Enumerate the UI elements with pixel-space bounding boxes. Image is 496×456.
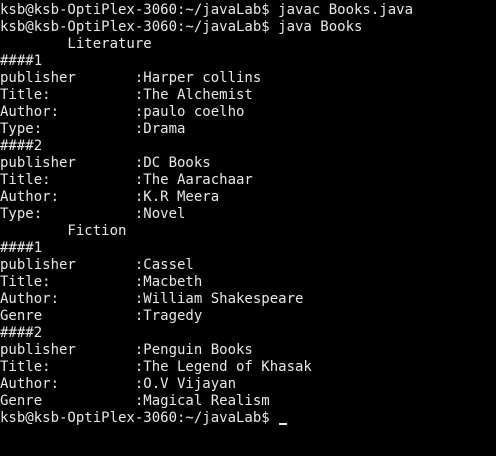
- terminal-window[interactable]: ksb@ksb-OptiPlex-3060:~/javaLab$ javac B…: [0, 0, 496, 456]
- terminal-line: Author: :K.R Meera: [0, 189, 220, 205]
- terminal-line: publisher :Cassel: [0, 257, 194, 273]
- terminal-line: Title: :Macbeth: [0, 274, 203, 290]
- terminal-line: Fiction: [0, 223, 127, 239]
- terminal-line: publisher :DC Books: [0, 155, 211, 171]
- terminal-line: Type: :Novel: [0, 206, 186, 222]
- terminal-line: Author: :paulo coelho: [0, 104, 245, 120]
- terminal-line: Author: :William Shakespeare: [0, 291, 304, 307]
- terminal-line: ####2: [0, 325, 43, 341]
- terminal-line: Title: :The Aarachaar: [0, 172, 253, 188]
- terminal-line: ksb@ksb-OptiPlex-3060:~/javaLab$ java Bo…: [0, 19, 363, 35]
- text-cursor: [279, 423, 288, 425]
- terminal-line: Title: :The Alchemist: [0, 87, 253, 103]
- terminal-line: Author: :O.V Vijayan: [0, 376, 237, 392]
- terminal-line: ksb@ksb-OptiPlex-3060:~/javaLab$ javac B…: [0, 2, 414, 18]
- terminal-prompt-line[interactable]: ksb@ksb-OptiPlex-3060:~/javaLab$: [0, 410, 496, 427]
- terminal-line: Title: :The Legend of Khasak: [0, 359, 312, 375]
- terminal-line: Type: :Drama: [0, 121, 186, 137]
- terminal-line: publisher :Harper collins: [0, 70, 262, 86]
- terminal-prompt: ksb@ksb-OptiPlex-3060:~/javaLab$: [0, 410, 279, 426]
- terminal-line: ####1: [0, 53, 43, 69]
- terminal-line: Genre :Magical Realism: [0, 393, 270, 409]
- terminal-line: Genre :Tragedy: [0, 308, 203, 324]
- terminal-line: Literature: [0, 36, 152, 52]
- terminal-line: ####2: [0, 138, 43, 154]
- terminal-line: publisher :Penguin Books: [0, 342, 253, 358]
- terminal-line: ####1: [0, 240, 43, 256]
